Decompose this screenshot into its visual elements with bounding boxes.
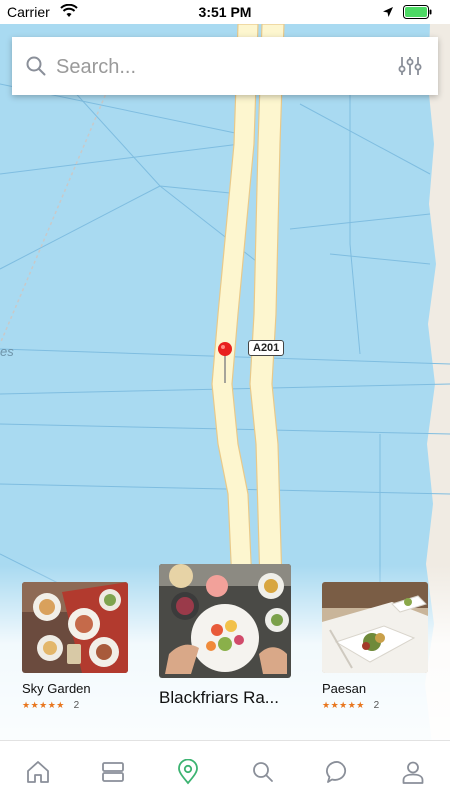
restaurant-photo [322,582,428,673]
restaurant-photo [159,564,291,678]
profile-icon[interactable] [400,759,426,785]
review-count: 2 [373,700,380,711]
road-label: A201 [248,340,285,356]
map-pin-icon[interactable] [217,341,233,390]
restaurant-name: Sky Garden [22,681,91,696]
restaurant-card[interactable]: Paesan ★★★★★ 2 [322,582,428,714]
status-bar: Carrier 3:51 PM [0,0,450,24]
search-icon [26,56,46,81]
home-icon[interactable] [25,759,51,785]
list-icon[interactable] [100,759,126,785]
filter-icon[interactable] [398,55,422,82]
location-arrow-icon [382,5,394,21]
battery-icon [403,5,433,22]
map-place-label: es [0,344,14,359]
chat-icon[interactable] [325,759,351,785]
restaurant-name: Paesan [322,681,367,696]
restaurant-name: Blackfriars Ra... [159,688,279,707]
search-tab-icon[interactable] [250,759,276,785]
restaurant-photo [22,582,128,673]
star-rating-icon: ★★★★★ [22,700,65,710]
restaurant-rating: ★★★★★ 2 [322,700,379,711]
map-location-icon[interactable] [175,758,201,785]
tab-bar [0,740,450,801]
star-rating-icon: ★★★★★ [322,700,365,710]
restaurant-card[interactable]: Sky Garden ★★★★★ 2 [22,582,128,714]
restaurant-card-featured[interactable]: Blackfriars Ra... [159,564,291,710]
restaurant-rating: ★★★★★ 2 [22,700,79,711]
search-input[interactable] [54,51,378,83]
review-count: 2 [73,700,80,711]
search-bar [12,37,438,95]
